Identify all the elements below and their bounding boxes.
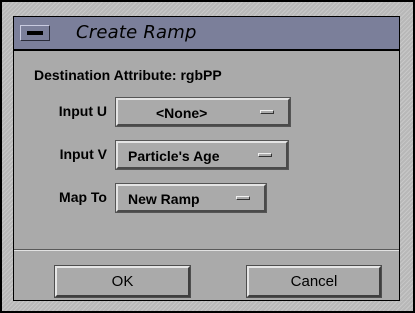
button-area-separator	[14, 249, 399, 251]
input-v-label: Input V	[59, 146, 107, 162]
destination-attribute-label: Destination Attribute: rgbPP	[34, 67, 222, 83]
option-menu-indicator-icon	[260, 110, 274, 114]
map-to-option-menu[interactable]: New Ramp	[115, 183, 267, 213]
option-menu-indicator-icon	[236, 196, 250, 200]
ok-button[interactable]: OK	[54, 265, 191, 298]
map-to-label: Map To	[59, 189, 107, 205]
input-u-value: <None>	[156, 105, 208, 121]
cancel-button[interactable]: Cancel	[246, 265, 382, 298]
window-title: Create Ramp	[76, 22, 197, 43]
window-menu-icon[interactable]	[20, 25, 50, 41]
input-u-label: Input U	[58, 103, 107, 119]
input-u-option-menu[interactable]: <None>	[115, 97, 291, 127]
window-menu-bar	[27, 31, 43, 35]
create-ramp-dialog: Create Ramp Destination Attribute: rgbPP…	[13, 16, 400, 301]
option-menu-indicator-icon	[258, 153, 272, 157]
window-frame[interactable]: Create Ramp Destination Attribute: rgbPP…	[0, 0, 415, 313]
input-v-option-menu[interactable]: Particle's Age	[115, 140, 289, 170]
title-bar[interactable]: Create Ramp	[14, 17, 399, 51]
input-v-value: Particle's Age	[128, 148, 220, 164]
map-to-value: New Ramp	[128, 191, 200, 207]
